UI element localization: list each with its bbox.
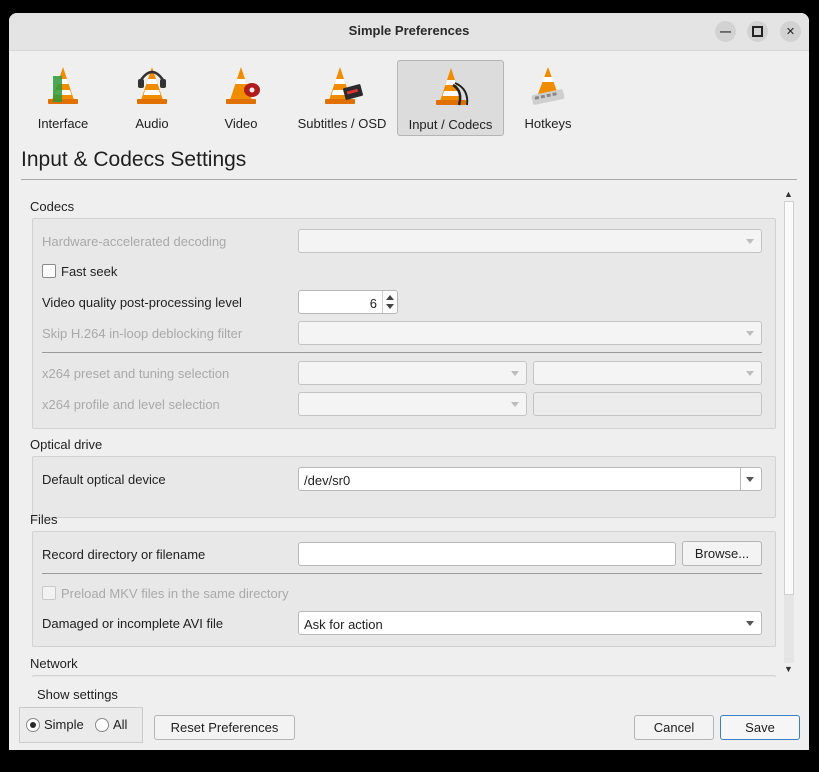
tab-interface[interactable]: Interface xyxy=(20,60,106,134)
settings-scroll-area[interactable]: Codecs Hardware-accelerated decoding Fas… xyxy=(21,187,797,677)
vlc-cone-film-icon xyxy=(226,67,260,104)
skip-h264-label: Skip H.264 in-loop deblocking filter xyxy=(42,326,243,341)
avi-action-select[interactable]: Ask for action xyxy=(298,611,762,635)
record-label: Record directory or filename xyxy=(42,547,206,562)
maximize-button[interactable] xyxy=(747,21,768,42)
vertical-scrollbar[interactable]: ▲ ▼ xyxy=(781,187,797,677)
optical-device-label: Default optical device xyxy=(42,472,166,487)
tab-audio[interactable]: Audio xyxy=(109,60,195,134)
fast-seek-checkbox[interactable] xyxy=(42,264,56,278)
vlc-cone-interface-icon xyxy=(48,67,78,104)
simple-radio-label[interactable]: Simple xyxy=(44,717,84,732)
x264-level-field xyxy=(533,392,762,416)
x264-profile-select xyxy=(298,392,527,416)
save-button[interactable]: Save xyxy=(720,715,800,740)
reset-preferences-button[interactable]: Reset Preferences xyxy=(154,715,295,740)
optical-device-value: /dev/sr0 xyxy=(304,473,351,488)
pp-level-label: Video quality post-processing level xyxy=(42,295,242,310)
tab-label: Audio xyxy=(135,116,169,131)
fast-seek-label: Fast seek xyxy=(61,264,118,279)
preload-mkv-label: Preload MKV files in the same directory xyxy=(61,586,289,601)
tab-hotkeys[interactable]: Hotkeys xyxy=(505,60,591,134)
tab-label: Video xyxy=(224,116,258,131)
vlc-cone-keyboard-icon xyxy=(531,67,565,105)
network-section-title: Network xyxy=(30,656,78,671)
files-section-title: Files xyxy=(30,512,58,527)
x264-preset-select xyxy=(298,361,527,385)
x264-profile-label: x264 profile and level selection xyxy=(42,397,220,412)
scroll-up-icon[interactable]: ▲ xyxy=(784,189,793,199)
tab-label: Interface xyxy=(37,116,89,131)
hw-decoding-label: Hardware-accelerated decoding xyxy=(42,234,227,249)
combo-separator xyxy=(740,468,741,490)
vlc-cone-cables-icon xyxy=(435,68,468,106)
record-path-input[interactable] xyxy=(298,542,676,566)
tab-label: Subtitles / OSD xyxy=(297,116,387,131)
chevron-down-icon xyxy=(746,621,754,626)
maximize-icon xyxy=(752,26,763,37)
chevron-down-icon[interactable] xyxy=(746,477,754,482)
chevron-down-icon xyxy=(746,331,754,336)
preferences-window: Simple Preferences — ✕ Interface Audio V… xyxy=(9,13,809,750)
cancel-button[interactable]: Cancel xyxy=(634,715,714,740)
preload-mkv-checkbox xyxy=(42,586,56,600)
optical-section-title: Optical drive xyxy=(30,437,103,452)
close-icon: ✕ xyxy=(785,26,796,38)
tab-subtitles-osd[interactable]: Subtitles / OSD xyxy=(288,60,396,134)
tab-input-codecs[interactable]: Input / Codecs xyxy=(397,60,504,136)
chevron-down-icon xyxy=(511,371,519,376)
files-divider xyxy=(42,573,762,574)
scroll-thumb[interactable] xyxy=(784,201,794,595)
optical-device-combo[interactable]: /dev/sr0 xyxy=(298,467,762,491)
close-button[interactable]: ✕ xyxy=(780,21,801,42)
title-bar: Simple Preferences — ✕ xyxy=(9,13,809,51)
show-settings-group: Simple All xyxy=(19,707,143,743)
tab-label: Input / Codecs xyxy=(408,117,493,132)
all-radio[interactable] xyxy=(95,718,109,732)
show-settings-label: Show settings xyxy=(37,687,118,702)
minimize-button[interactable]: — xyxy=(715,21,736,42)
pp-level-value: 6 xyxy=(369,296,377,311)
x264-preset-label: x264 preset and tuning selection xyxy=(42,366,230,381)
scroll-down-icon[interactable]: ▼ xyxy=(784,664,793,674)
heading-divider xyxy=(21,179,797,180)
simple-radio[interactable] xyxy=(26,718,40,732)
skip-h264-select xyxy=(298,321,762,345)
codecs-divider xyxy=(42,352,762,353)
page-title: Input & Codecs Settings xyxy=(21,148,247,171)
spin-down-icon[interactable] xyxy=(386,304,394,309)
tab-label: Hotkeys xyxy=(524,116,572,131)
chevron-down-icon xyxy=(746,371,754,376)
tab-video[interactable]: Video xyxy=(198,60,284,134)
chevron-down-icon xyxy=(511,402,519,407)
window-title: Simple Preferences xyxy=(348,23,470,38)
x264-tuning-select xyxy=(533,361,762,385)
minimize-icon: — xyxy=(720,25,731,38)
vlc-cone-headphones-icon xyxy=(137,67,167,104)
network-group xyxy=(32,675,776,677)
vlc-cone-subtitles-icon xyxy=(325,67,364,104)
spin-up-icon[interactable] xyxy=(386,295,394,300)
codecs-section-title: Codecs xyxy=(30,199,75,214)
chevron-down-icon xyxy=(746,239,754,244)
category-tabs: Interface Audio Video Subtitles / OSD In… xyxy=(9,60,809,136)
browse-button[interactable]: Browse... xyxy=(682,541,762,566)
hw-decoding-select xyxy=(298,229,762,253)
avi-action-value: Ask for action xyxy=(304,617,383,632)
pp-level-spinbox[interactable]: 6 xyxy=(298,290,398,314)
avi-label: Damaged or incomplete AVI file xyxy=(42,616,224,631)
all-radio-label[interactable]: All xyxy=(113,717,127,732)
